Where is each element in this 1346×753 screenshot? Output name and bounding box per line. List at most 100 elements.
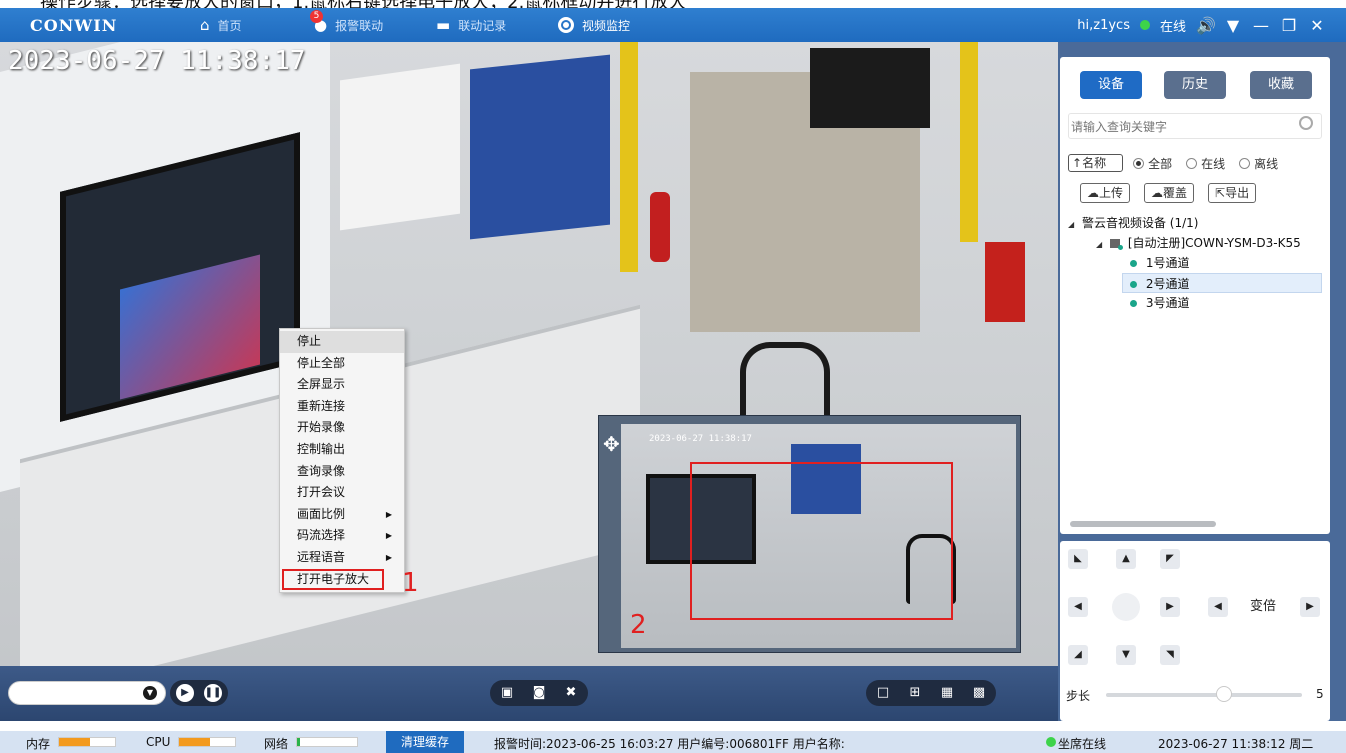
- menu-item-label: 停止全部: [297, 355, 346, 370]
- menu-item-query-recording[interactable]: 查询录像: [280, 461, 404, 483]
- ptz-down-icon[interactable]: ▼: [1116, 645, 1136, 665]
- zoom-in-icon[interactable]: ▶: [1300, 597, 1320, 617]
- menu-item-control-output[interactable]: 控制输出: [280, 439, 404, 461]
- minimize-icon[interactable]: —: [1252, 16, 1270, 35]
- filter-row: ↑名称 全部 在线 离线: [1068, 153, 1322, 173]
- clear-cache-button[interactable]: 清理缓存: [386, 731, 464, 753]
- alarm-info: 报警时间:2023-06-25 16:03:27 用户编号:006801FF 用…: [494, 737, 845, 751]
- search-icon[interactable]: [1299, 116, 1313, 130]
- tree-scrollbar[interactable]: [1068, 520, 1322, 528]
- scene-pillar: [960, 42, 978, 242]
- memory-label: 内存: [26, 737, 51, 751]
- ptz-up-left-icon[interactable]: ◣: [1068, 549, 1088, 569]
- expand-icon[interactable]: ◢: [1068, 220, 1074, 229]
- channel-label: 1号通道: [1145, 256, 1190, 270]
- search-input[interactable]: 请输入查询关键字: [1068, 113, 1322, 139]
- menu-item-label: 查询录像: [297, 463, 346, 478]
- pause-icon[interactable]: ❚❚: [204, 684, 222, 702]
- menu-item-label: 控制输出: [297, 441, 346, 456]
- ptz-right-icon[interactable]: ▶: [1160, 597, 1180, 617]
- menu-item-stop-all[interactable]: 停止全部: [280, 353, 404, 375]
- device-panel: 设备 历史 收藏 请输入查询关键字 ↑名称 全部 在线 离线 ☁上传 ☁覆盖 ⇱…: [1060, 57, 1330, 534]
- step-slider[interactable]: [1106, 693, 1302, 697]
- scene-blue-panel: [470, 54, 610, 240]
- filter-online-radio[interactable]: 在线: [1186, 155, 1225, 172]
- filter-label: 全部: [1148, 156, 1173, 171]
- volume-icon[interactable]: 🔊: [1196, 16, 1216, 35]
- layout-1-icon[interactable]: □: [872, 683, 894, 703]
- online-status: 在线: [1159, 19, 1186, 35]
- channel-label: 2号通道: [1145, 277, 1190, 291]
- memory-usage-bar: [58, 737, 116, 747]
- menu-item-fullscreen[interactable]: 全屏显示: [280, 374, 404, 396]
- filter-offline-radio[interactable]: 离线: [1239, 155, 1278, 172]
- zoom-label: 变倍: [1250, 599, 1277, 614]
- nav-home-label: 首页: [217, 18, 242, 33]
- menu-item-remote-voice[interactable]: 远程语音 ▶: [280, 547, 404, 569]
- tree-group[interactable]: ◢ 警云音视频设备 (1/1): [1062, 213, 1324, 233]
- username[interactable]: hi,z1ycs: [1077, 18, 1130, 33]
- ptz-down-right-icon[interactable]: ◥: [1160, 645, 1180, 665]
- menu-item-reconnect[interactable]: 重新连接: [280, 396, 404, 418]
- expand-icon[interactable]: ◢: [1096, 240, 1102, 249]
- close-icon[interactable]: ✕: [1308, 16, 1326, 35]
- ptz-down-left-icon[interactable]: ◢: [1068, 645, 1088, 665]
- tree-channel-1[interactable]: 1号通道: [1062, 253, 1324, 273]
- restore-icon[interactable]: ❐: [1280, 16, 1298, 35]
- folder-icon: ▬: [436, 16, 451, 34]
- export-button[interactable]: ⇱导出: [1208, 183, 1257, 203]
- filter-all-radio[interactable]: 全部: [1133, 155, 1172, 172]
- nav-alarm-linkage[interactable]: 5 ● 报警联动: [310, 8, 383, 42]
- cpu-usage-fill: [179, 738, 210, 746]
- upload-label: 上传: [1099, 186, 1124, 200]
- zoom-out-icon[interactable]: ◀: [1208, 597, 1228, 617]
- preview-timestamp: 2023-06-27 11:38:17: [649, 434, 752, 444]
- device-tree: ◢ 警云音视频设备 (1/1) ◢ [自动注册]COWN-YSM-D3-K55 …: [1062, 213, 1324, 313]
- channel-online-icon: [1130, 260, 1137, 267]
- save-icon[interactable]: ▣: [496, 683, 518, 703]
- tab-devices[interactable]: 设备: [1080, 71, 1142, 99]
- move-icon[interactable]: ✥: [603, 432, 620, 456]
- menu-item-label: 码流选择: [297, 528, 346, 543]
- overwrite-label: 覆盖: [1163, 186, 1188, 200]
- overwrite-button[interactable]: ☁覆盖: [1144, 183, 1195, 203]
- menu-item-start-recording[interactable]: 开始录像: [280, 417, 404, 439]
- ptz-left-icon[interactable]: ◀: [1068, 597, 1088, 617]
- step-slider-handle[interactable]: [1215, 686, 1232, 702]
- tree-channel-3[interactable]: 3号通道: [1062, 293, 1324, 313]
- scrollbar-thumb[interactable]: [1070, 521, 1216, 527]
- stream-select[interactable]: ▼: [8, 681, 166, 705]
- snapshot-icon[interactable]: ◙: [528, 683, 550, 703]
- layout-4-icon[interactable]: ⊞: [904, 683, 926, 703]
- alarm-badge: 5: [310, 10, 323, 23]
- zoom-selection-rect[interactable]: [690, 462, 953, 620]
- sort-by-name-button[interactable]: ↑名称: [1068, 154, 1124, 172]
- radio-icon: [1133, 157, 1145, 169]
- layout-9-icon[interactable]: ▦: [936, 683, 958, 703]
- tab-favorites[interactable]: 收藏: [1250, 71, 1312, 99]
- upload-button[interactable]: ☁上传: [1080, 183, 1131, 203]
- tree-channel-2[interactable]: 2号通道: [1122, 273, 1322, 293]
- ptz-panel: ◣ ▲ ◤ ◀ ▶ ◀ 变倍 ▶ ◢ ▼ ◥ 步长 5: [1060, 541, 1330, 721]
- tools-icon[interactable]: ✖: [560, 683, 582, 703]
- tab-history[interactable]: 历史: [1164, 71, 1226, 99]
- ptz-up-icon[interactable]: ▲: [1116, 549, 1136, 569]
- menu-item-label: 停止: [297, 334, 322, 348]
- nav-video-monitor[interactable]: 视频监控: [558, 8, 630, 42]
- ptz-center-button[interactable]: [1112, 593, 1140, 621]
- menu-item-aspect-ratio[interactable]: 画面比例 ▶: [280, 504, 404, 526]
- play-icon[interactable]: ▶: [176, 684, 194, 702]
- menu-item-open-meeting[interactable]: 打开会议: [280, 482, 404, 504]
- memory-usage-fill: [59, 738, 90, 746]
- nav-linkage-records[interactable]: ▬ 联动记录: [436, 8, 506, 42]
- tree-device[interactable]: ◢ [自动注册]COWN-YSM-D3-K55: [1062, 233, 1324, 253]
- menu-item-stop[interactable]: 停止: [280, 331, 404, 353]
- menu-item-digital-zoom[interactable]: 打开电子放大: [282, 568, 384, 591]
- layout-16-icon[interactable]: ▩: [968, 683, 990, 703]
- menu-item-stream-select[interactable]: 码流选择 ▶: [280, 525, 404, 547]
- chevron-down-icon: ▼: [143, 686, 157, 700]
- ptz-up-right-icon[interactable]: ◤: [1160, 549, 1180, 569]
- dropdown-icon[interactable]: ▼: [1224, 16, 1242, 35]
- network-label: 网络: [264, 737, 289, 751]
- nav-home[interactable]: ⌂ 首页: [200, 8, 242, 42]
